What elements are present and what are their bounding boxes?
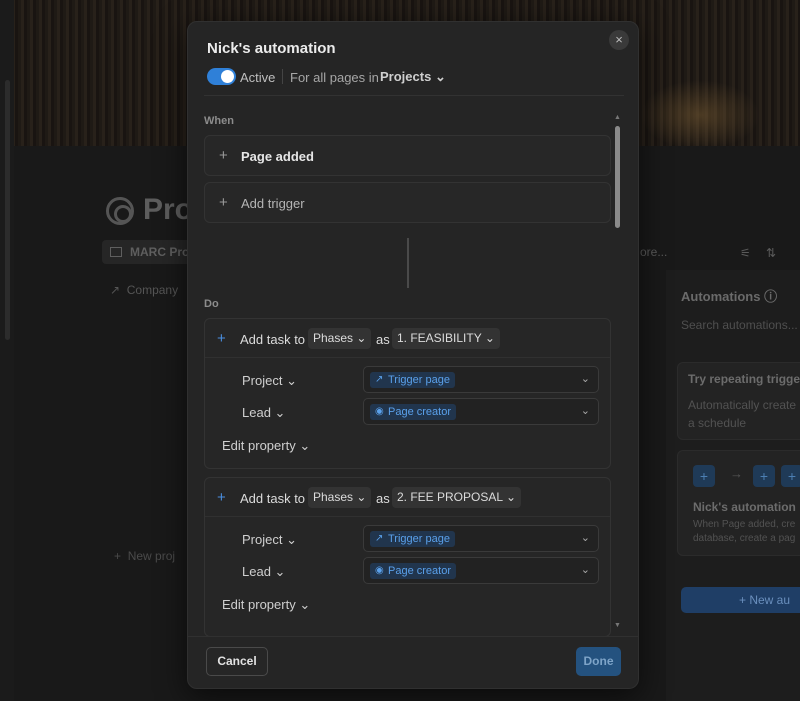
as-label: as <box>376 491 390 506</box>
property-value-select[interactable]: ↗ Trigger page ⌄ <box>363 366 599 393</box>
target-icon <box>106 197 134 225</box>
database-selector[interactable]: Projects ⌄ <box>380 69 446 85</box>
new-automation-button: + New au <box>681 587 800 613</box>
chevron-down-icon: ⌄ <box>299 597 311 612</box>
panel-title: Automations ⓘ <box>681 289 778 304</box>
view-tab: MARC Pro <box>102 240 198 264</box>
arrow-right-icon: → <box>730 466 743 481</box>
value-tag: ↗ Trigger page <box>370 531 455 547</box>
chevron-down-icon: ⌄ <box>356 331 367 345</box>
chevron-down-icon: ⌄ <box>580 373 590 385</box>
chevron-down-icon: ⌄ <box>299 438 311 453</box>
scrollbar-thumb[interactable] <box>615 126 620 228</box>
action-prefix: Add task to <box>240 332 306 347</box>
action-header: + Add task to Phases ⌄ as 2. FEE PROPOSA… <box>205 478 610 517</box>
property-label[interactable]: Lead ⌄ <box>242 405 285 421</box>
action-prefix: Add task to <box>240 491 306 506</box>
value-tag: ◉ Page creator <box>370 563 456 579</box>
arrow-up-right-icon: ↗ <box>375 374 384 385</box>
value-tag: ↗ Trigger page <box>370 372 455 388</box>
automation-card-title: Nick's automation <box>693 500 796 514</box>
plus-icon: + <box>219 147 228 164</box>
new-page-row: + New proj <box>114 549 176 563</box>
arrow-up-right-icon: ↗ <box>375 533 384 544</box>
company-property: ↗ Company <box>110 283 179 297</box>
as-label: as <box>376 332 390 347</box>
promo-text: Automatically create a schedule <box>688 398 797 430</box>
scope-label: For all pages in <box>290 70 379 85</box>
chevron-down-icon: ⌄ <box>580 405 590 417</box>
when-label: When <box>204 115 234 127</box>
property-value-select[interactable]: ◉ Page creator ⌄ <box>363 398 599 425</box>
active-toggle[interactable] <box>207 68 236 85</box>
action-header: + Add task to Phases ⌄ as 1. FEASIBILITY… <box>205 319 610 358</box>
cancel-button[interactable]: Cancel <box>206 647 268 676</box>
done-button[interactable]: Done <box>576 647 621 676</box>
chevron-down-icon: ⌄ <box>286 373 297 388</box>
chevron-down-icon: ⌄ <box>274 564 286 579</box>
chevron-down-icon: ⌄ <box>505 490 516 504</box>
value-tag: ◉ Page creator <box>370 404 456 420</box>
sort-icon: ⇅ <box>766 246 777 260</box>
trigger-page-added[interactable]: + Page added <box>204 135 611 176</box>
modal-title: Nick's automation <box>207 40 336 57</box>
chevron-down-icon: ⌄ <box>356 490 367 504</box>
template-chip[interactable]: 2. FEE PROPOSAL ⌄ <box>392 487 521 508</box>
promo-title: Try repeating trigger <box>688 372 800 386</box>
divider <box>188 636 638 637</box>
trigger-label: Page added <box>241 149 314 164</box>
person-icon: ◉ <box>375 406 384 417</box>
property-label[interactable]: Project ⌄ <box>242 373 297 389</box>
person-icon: ◉ <box>375 565 384 576</box>
chevron-down-icon: ⌄ <box>434 69 446 84</box>
property-label[interactable]: Lead ⌄ <box>242 564 285 580</box>
divider <box>204 95 624 96</box>
more-views: ore... <box>640 245 668 259</box>
chevron-down-icon: ⌄ <box>286 532 297 547</box>
database-chip[interactable]: Phases ⌄ <box>308 487 372 508</box>
action-card: + Add task to Phases ⌄ as 2. FEE PROPOSA… <box>204 477 611 637</box>
scroll-up-arrow[interactable]: ▲ <box>614 114 621 121</box>
chevron-down-icon: ⌄ <box>274 405 286 420</box>
automation-card-text: When Page added, cre database, create a p… <box>693 519 796 544</box>
chevron-down-icon: ⌄ <box>580 564 590 576</box>
property-value-select[interactable]: ↗ Trigger page ⌄ <box>363 525 599 552</box>
automation-modal: Nick's automation × Active For all pages… <box>187 21 639 689</box>
toggle-knob <box>221 70 234 83</box>
add-trigger-button[interactable]: + Add trigger <box>204 182 611 223</box>
close-icon[interactable]: × <box>609 30 629 50</box>
property-label[interactable]: Project ⌄ <box>242 532 297 548</box>
flow-connector <box>407 238 409 288</box>
scroll-down-arrow[interactable]: ▼ <box>614 622 621 629</box>
table-icon <box>110 247 122 257</box>
edit-property-button[interactable]: Edit property ⌄ <box>222 438 310 454</box>
plus-icon: + <box>753 465 775 487</box>
plus-icon: + <box>217 330 226 347</box>
chevron-down-icon: ⌄ <box>580 532 590 544</box>
plus-icon: + <box>693 465 715 487</box>
action-card: + Add task to Phases ⌄ as 1. FEASIBILITY… <box>204 318 611 469</box>
template-chip[interactable]: 1. FEASIBILITY ⌄ <box>392 328 500 349</box>
plus-icon: + <box>781 465 800 487</box>
panel-search: Search automations... <box>681 318 798 332</box>
scrollbar <box>5 80 10 340</box>
add-trigger-label: Add trigger <box>241 196 305 211</box>
page-title: Pro <box>143 193 194 226</box>
info-icon: ⓘ <box>764 289 778 304</box>
property-value-select[interactable]: ◉ Page creator ⌄ <box>363 557 599 584</box>
filter-icon: ⚟ <box>740 246 751 260</box>
do-label: Do <box>204 298 219 310</box>
edit-property-button[interactable]: Edit property ⌄ <box>222 597 310 613</box>
active-label: Active <box>240 70 276 85</box>
database-chip[interactable]: Phases ⌄ <box>308 328 372 349</box>
chevron-down-icon: ⌄ <box>484 331 495 345</box>
plus-icon: + <box>219 194 228 211</box>
divider <box>282 69 283 84</box>
plus-icon: + <box>217 489 226 506</box>
